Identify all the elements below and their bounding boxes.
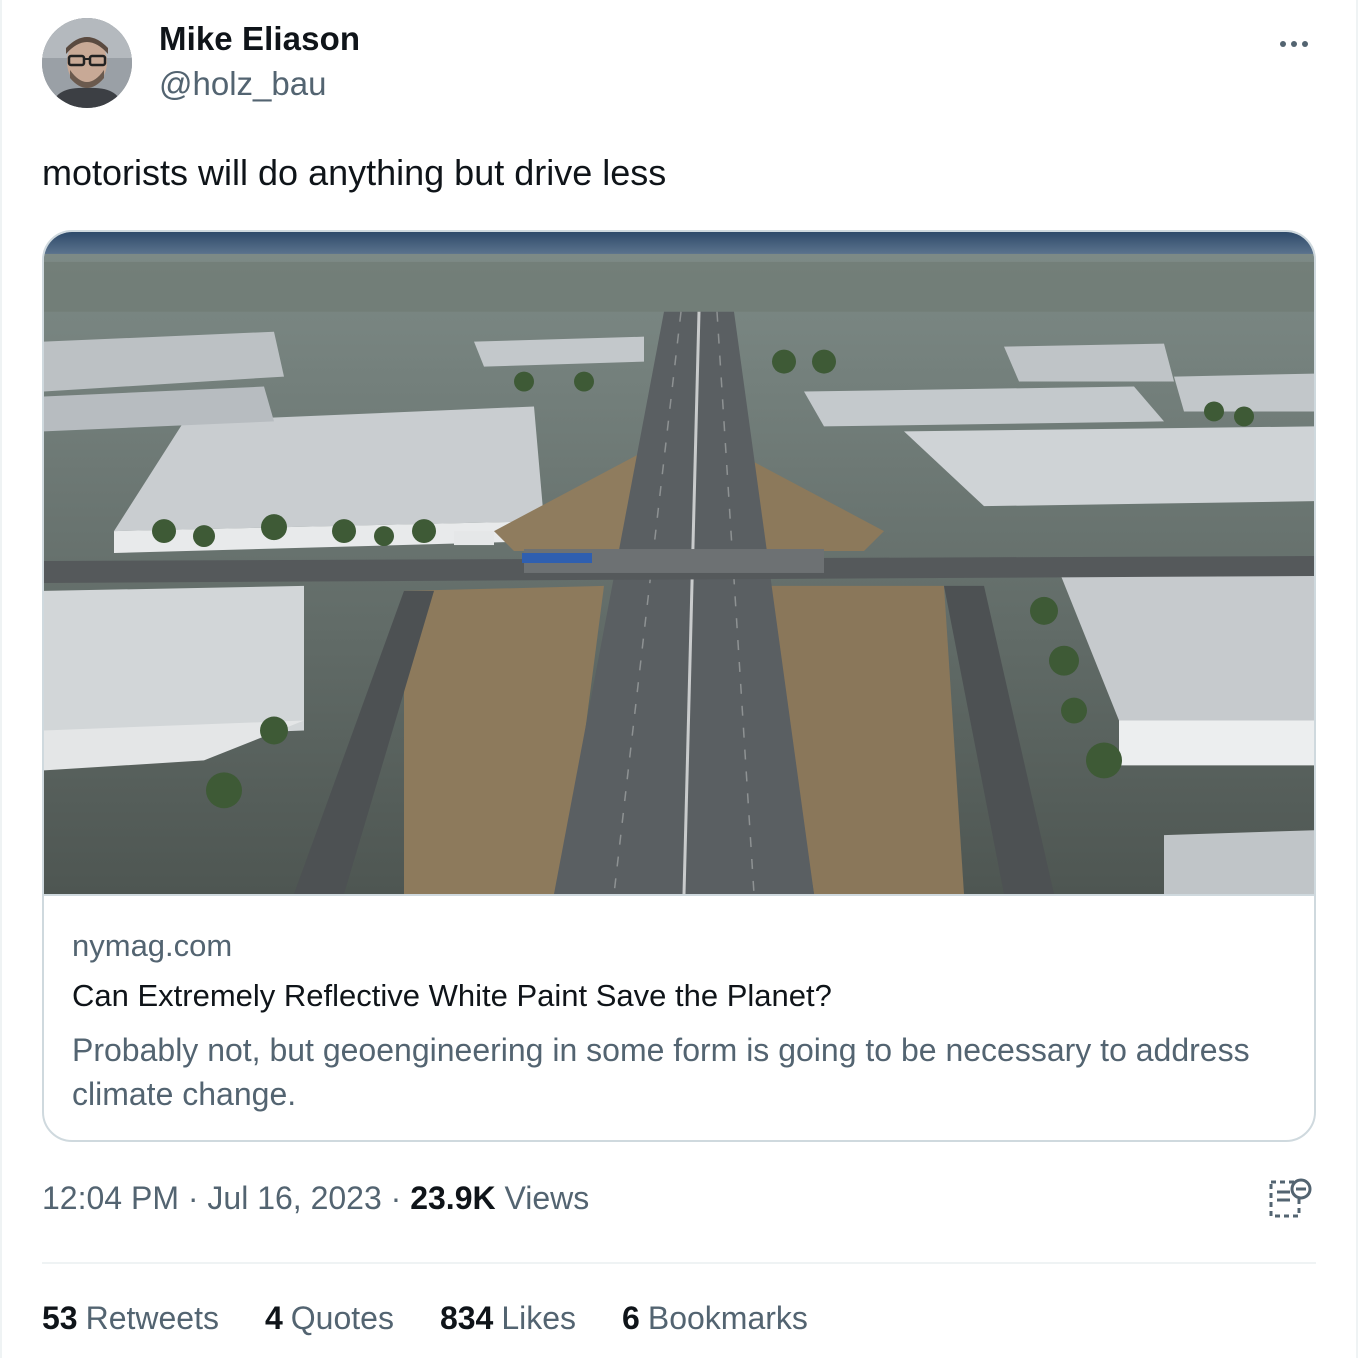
bookmarks-count: 6 xyxy=(622,1300,640,1336)
user-display-name[interactable]: Mike Eliason xyxy=(159,20,360,58)
more-icon-dot xyxy=(1291,41,1297,47)
link-card[interactable]: nymag.com Can Extremely Reflective White… xyxy=(42,230,1316,1142)
retweets-stat[interactable]: 53 Retweets xyxy=(42,1300,219,1344)
card-domain: nymag.com xyxy=(72,928,233,963)
more-button[interactable] xyxy=(1270,24,1318,64)
user-handle[interactable]: @holz_bau xyxy=(159,65,326,103)
tweet-date[interactable]: Jul 16, 2023 xyxy=(207,1180,381,1216)
meta-separator: · xyxy=(390,1180,411,1216)
quotes-count: 4 xyxy=(264,1300,283,1336)
avatar-image xyxy=(42,18,132,108)
meta-separator: · xyxy=(187,1180,208,1216)
tweet-container: Mike Eliason @holz_bau motorists will do… xyxy=(0,0,1358,1358)
avatar[interactable] xyxy=(42,18,132,108)
more-icon-dot xyxy=(1302,41,1308,47)
tweet-time[interactable]: 12:04 PM xyxy=(42,1180,179,1216)
tweet-text: motorists will do anything but drive les… xyxy=(42,152,667,193)
more-icon xyxy=(1280,41,1286,47)
likes-count: 834 xyxy=(439,1300,494,1336)
retweets-count: 53 xyxy=(42,1300,78,1336)
engagement-stats: 53 Retweets 4 Quotes 834 Likes 6 Bookmarks xyxy=(42,1300,808,1344)
card-description: Probably not, but geoengineering in some… xyxy=(72,1032,1250,1112)
bookmarks-stat[interactable]: 6 Bookmarks xyxy=(622,1300,808,1344)
retweets-label: Retweets xyxy=(85,1300,219,1336)
views-count: 23.9K xyxy=(410,1180,496,1216)
quotes-label: Quotes xyxy=(290,1300,394,1336)
tweet-header: Mike Eliason @holz_bau xyxy=(42,18,1318,110)
likes-stat[interactable]: 834 Likes xyxy=(440,1300,576,1344)
views-label: Views xyxy=(504,1180,590,1216)
card-image xyxy=(44,232,1314,896)
bookmarks-label: Bookmarks xyxy=(647,1300,808,1336)
likes-label: Likes xyxy=(501,1300,577,1336)
card-title: Can Extremely Reflective White Paint Sav… xyxy=(72,978,832,1013)
tweet-meta: 12:04 PM · Jul 16, 2023 · 23.9K Views xyxy=(42,1180,589,1217)
quotes-stat[interactable]: 4 Quotes xyxy=(265,1300,394,1344)
analytics-icon xyxy=(1269,1178,1312,1218)
divider xyxy=(42,1262,1316,1264)
analytics-button[interactable] xyxy=(1268,1176,1312,1224)
